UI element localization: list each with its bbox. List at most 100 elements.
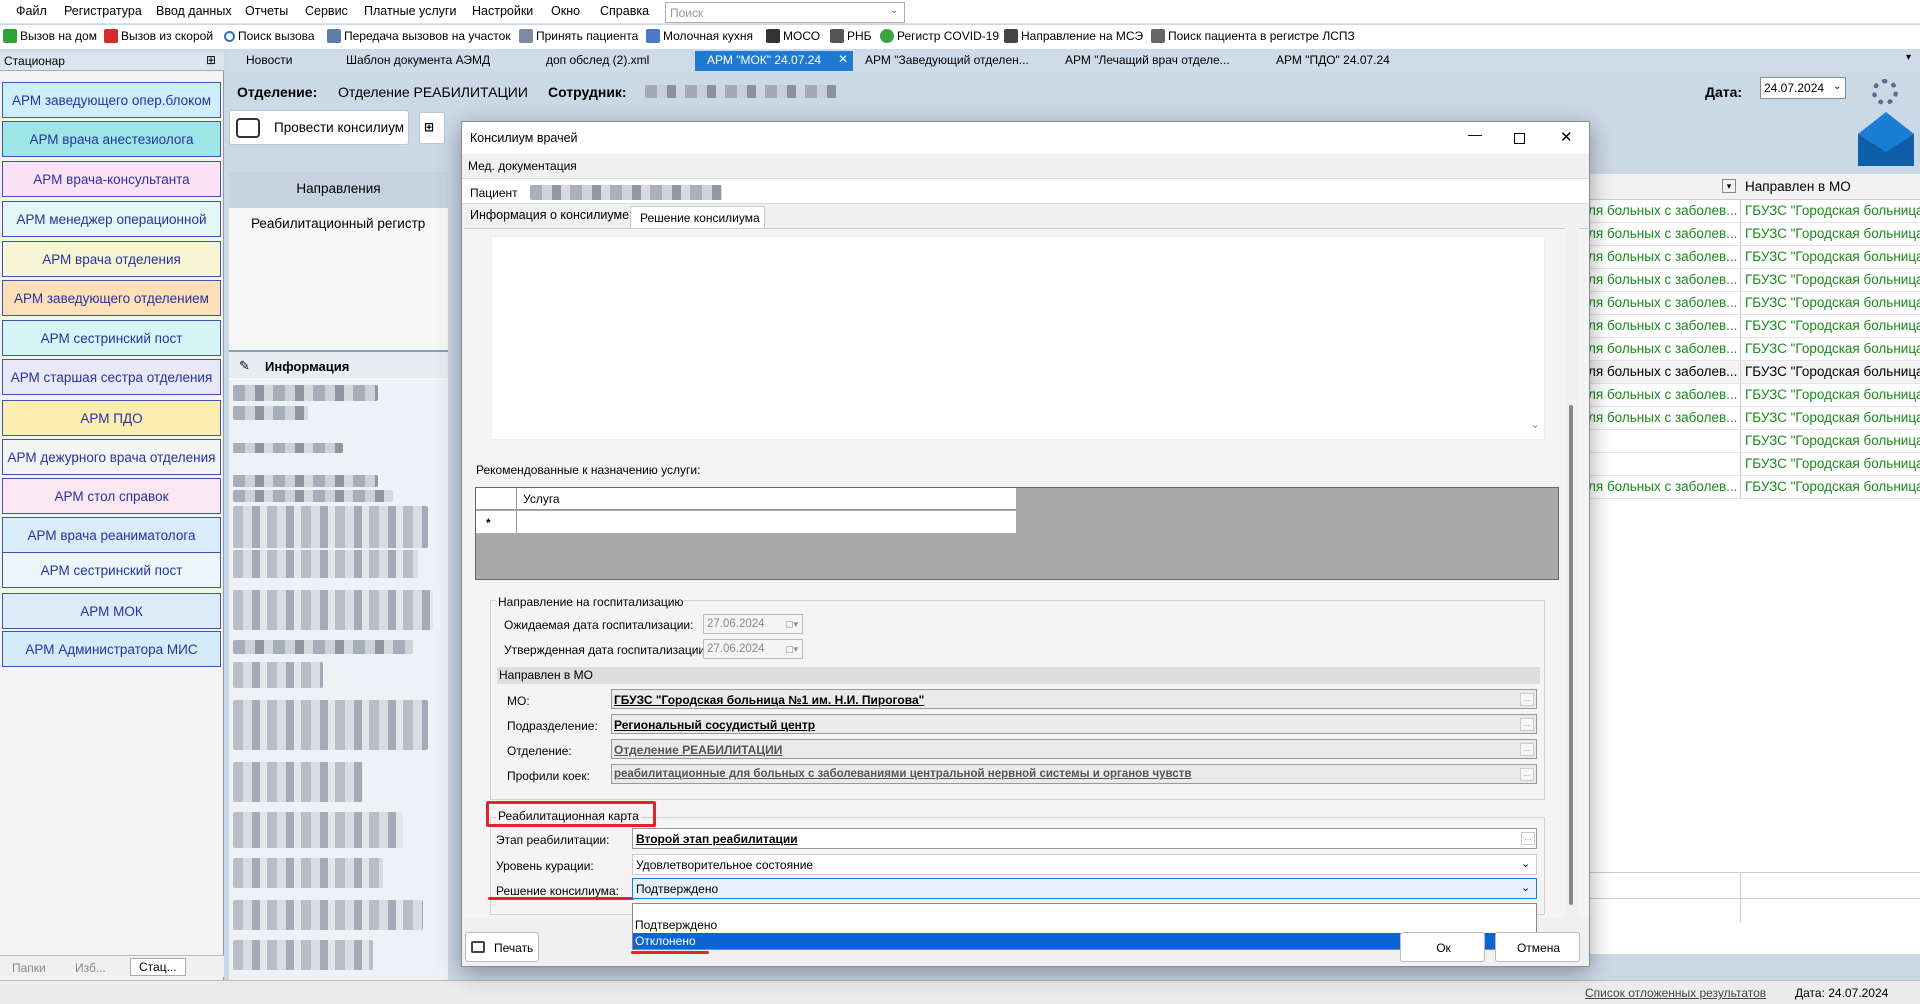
toolbar-transfer-calls-button[interactable]: Передача вызовов на участок <box>327 29 511 43</box>
service-column-header[interactable]: Услуга <box>523 492 560 506</box>
tab-arm-mok[interactable]: АРМ "МОК" 24.07.24 ✕ <box>695 51 853 71</box>
tab-aemd-template[interactable]: Шаблон документа АЭМД <box>346 53 490 67</box>
sidebar-item-arm[interactable]: АРМ врача-консультанта <box>2 161 221 197</box>
tab-konsilium-info[interactable]: Информация о консилиуме <box>470 208 629 222</box>
ellipsis-icon[interactable]: ... <box>1521 832 1535 845</box>
table-row[interactable]: ля больных с заболев... ГБУЗС "Городская … <box>1588 338 1920 361</box>
add-konsilium-button[interactable]: ⊞ <box>419 112 445 144</box>
services-new-row[interactable]: * <box>476 511 1016 533</box>
table-row[interactable]: ля больных с заболев... ГБУЗС "Городская … <box>1588 292 1920 315</box>
cancel-button[interactable]: Отмена <box>1495 932 1580 962</box>
chevron-down-icon[interactable]: ⌄ <box>1521 881 1530 894</box>
toolbar-moso-button[interactable]: МОСО <box>766 29 820 43</box>
print-button[interactable]: Печать <box>465 932 539 962</box>
toolbar-ambulance-call-button[interactable]: Вызов из скорой <box>104 29 213 43</box>
ellipsis-icon[interactable]: ... <box>1520 693 1534 706</box>
pin-icon[interactable]: ⊞ <box>206 53 216 67</box>
chevron-down-icon[interactable]: ⌄ <box>1530 417 1540 431</box>
table-row[interactable]: ля больных с заболев... ГБУЗС "Городская … <box>1588 315 1920 338</box>
mo-field[interactable]: ГБУЗС "Городская больница №1 им. Н.И. Пи… <box>611 689 1537 709</box>
table-row[interactable]: ля больных с заболев... ГБУЗС "Городская … <box>1588 361 1920 384</box>
ellipsis-icon[interactable]: ... <box>1520 768 1534 781</box>
table-row[interactable]: ля больных с заболев... ГБУЗС "Городская … <box>1588 200 1920 223</box>
filter-dropdown-icon[interactable]: ▾ <box>1722 179 1736 193</box>
tabs-overflow-icon[interactable]: ▾ <box>1906 52 1911 63</box>
approved-date-field[interactable]: 27.06.2024 ▢▾ <box>703 639 803 659</box>
toolbar-rnb-button[interactable]: РНБ <box>830 29 872 43</box>
toolbar-covid-register-button[interactable]: Регистр COVID-19 <box>880 29 999 43</box>
table-row[interactable]: ля больных с заболев... ГБУЗС "Городская … <box>1588 407 1920 430</box>
tab-arm-doctor[interactable]: АРМ "Лечащий врач отделе... <box>1065 53 1230 67</box>
menu-data-input[interactable]: Ввод данных <box>156 4 232 18</box>
menu-registry[interactable]: Регистратура <box>64 4 142 18</box>
gear-icon[interactable] <box>1872 79 1898 105</box>
grid-header-sent-to-mo[interactable]: Направлен в МО <box>1745 179 1851 194</box>
close-icon[interactable]: ✕ <box>838 52 848 66</box>
calendar-icon[interactable]: ▢▾ <box>785 619 798 630</box>
tab-arm-head[interactable]: АРМ "Заведующий отделен... <box>865 53 1029 67</box>
sidebar-item-arm[interactable]: АРМ сестринский пост <box>2 320 221 356</box>
scrollbar-thumb[interactable] <box>1569 405 1573 905</box>
chevron-down-icon[interactable]: ⌄ <box>1521 857 1530 870</box>
menu-paid-services[interactable]: Платные услуги <box>364 4 456 18</box>
maximize-icon[interactable] <box>1514 133 1525 144</box>
tab-folders[interactable]: Папки <box>12 961 46 975</box>
menu-settings[interactable]: Настройки <box>472 4 533 18</box>
deferred-results-link[interactable]: Список отложенных результатов <box>1585 986 1766 1000</box>
close-icon[interactable]: ✕ <box>1560 128 1573 146</box>
tab-news[interactable]: Новости <box>246 53 292 67</box>
sidebar-item-arm[interactable]: АРМ стол справок <box>2 478 221 514</box>
table-row[interactable]: ГБУЗС "Городская больница <box>1588 430 1920 453</box>
tab-hospital[interactable]: Стац... <box>130 958 186 976</box>
table-row[interactable]: ля больных с заболев... ГБУЗС "Городская … <box>1588 384 1920 407</box>
ellipsis-icon[interactable]: ... <box>1520 743 1534 756</box>
menu-help[interactable]: Справка <box>600 4 649 18</box>
table-row[interactable]: ля больных с заболев... ГБУЗС "Городская … <box>1588 269 1920 292</box>
toolbar-accept-patient-button[interactable]: Принять пациента <box>519 29 638 43</box>
tab-dop-obsled[interactable]: доп обслед (2).xml <box>546 53 649 67</box>
decision-text-area[interactable]: ⌄ <box>491 236 1545 440</box>
nav-item-rehab-register[interactable]: Реабилитационный регистр <box>229 172 448 242</box>
decision-option-confirmed[interactable]: Подтверждено <box>633 918 1536 933</box>
table-row[interactable]: ля больных с заболев... ГБУЗС "Городская … <box>1588 246 1920 269</box>
department-field[interactable]: Отделение РЕАБИЛИТАЦИИ... <box>611 739 1537 759</box>
hold-konsilium-button[interactable]: Провести консилиум <box>229 110 409 145</box>
subdivision-field[interactable]: Региональный сосудистый центр... <box>611 714 1537 734</box>
menu-file[interactable]: Файл <box>16 4 47 18</box>
tab-konsilium-decision[interactable]: Решение консилиума <box>630 206 765 228</box>
sidebar-item-arm[interactable]: АРМ старшая сестра отделения <box>2 359 221 395</box>
expected-date-field[interactable]: 27.06.2024 ▢▾ <box>703 614 803 634</box>
ok-button[interactable]: Ок <box>1400 932 1485 962</box>
tab-arm-pdo[interactable]: АРМ "ПДО" 24.07.24 <box>1276 53 1390 67</box>
toolbar-lspz-search-button[interactable]: Поиск пациента в регистре ЛСПЗ <box>1151 29 1355 43</box>
menu-service[interactable]: Сервис <box>305 4 348 18</box>
mail-icon[interactable] <box>1858 112 1914 166</box>
sidebar-item-arm[interactable]: АРМ врача реаниматолога <box>2 517 221 553</box>
toolbar-mse-referral-button[interactable]: Направление на МСЭ <box>1004 29 1143 43</box>
table-row[interactable]: ля больных с заболев... ГБУЗС "Городская … <box>1588 223 1920 246</box>
toolbar-search-call-button[interactable]: Поиск вызова <box>224 29 315 43</box>
date-picker[interactable]: 24.07.2024 ⌄ <box>1760 77 1846 99</box>
search-input[interactable]: Поиск ⌄ <box>665 2 905 23</box>
table-row[interactable]: ля больных с заболев... ГБУЗС "Городская … <box>1588 476 1920 499</box>
bed-profile-field[interactable]: реабилитационные для больных с заболеван… <box>611 764 1537 784</box>
calendar-icon[interactable]: ▢▾ <box>785 644 798 655</box>
toolbar-home-visit-button[interactable]: Вызов на дом <box>3 29 97 43</box>
curation-level-select[interactable]: Удовлетворительное состояние ⌄ <box>632 854 1537 875</box>
sidebar-item-arm[interactable]: АРМ дежурного врача отделения <box>2 439 221 475</box>
table-row[interactable]: ГБУЗС "Городская больница <box>1588 453 1920 476</box>
toolbar-milk-kitchen-button[interactable]: Молочная кухня <box>646 29 753 43</box>
menu-window[interactable]: Окно <box>551 4 580 18</box>
decision-select[interactable]: Подтверждено ⌄ <box>632 878 1537 899</box>
med-documentation-menu[interactable]: Мед. документация <box>462 154 1589 176</box>
sidebar-item-arm[interactable]: АРМ врача отделения <box>2 241 221 277</box>
sidebar-item-arm[interactable]: АРМ заведующего отделением <box>2 280 221 316</box>
sidebar-item-arm[interactable]: АРМ МОК <box>2 593 221 629</box>
minimize-icon[interactable]: — <box>1468 126 1482 142</box>
sidebar-item-arm[interactable]: АРМ ПДО <box>2 400 221 436</box>
sidebar-item-arm[interactable]: АРМ врача анестезиолога <box>2 121 221 157</box>
menu-reports[interactable]: Отчеты <box>245 4 288 18</box>
sidebar-item-arm[interactable]: АРМ сестринский пост <box>2 552 221 588</box>
tab-favorites[interactable]: Изб... <box>75 961 106 975</box>
sidebar-item-arm[interactable]: АРМ менеджер операционной <box>2 201 221 237</box>
